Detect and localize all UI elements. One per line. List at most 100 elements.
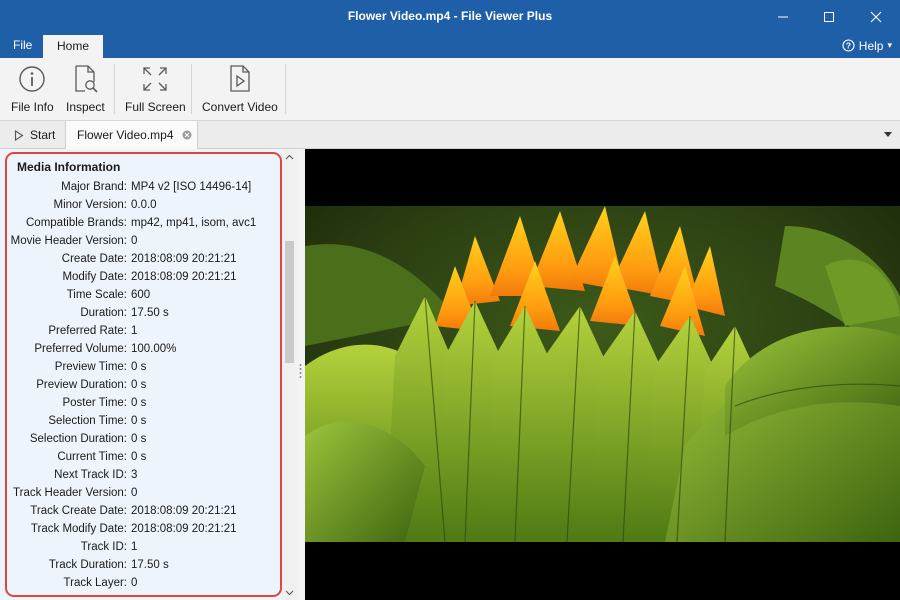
- media-info-value: 0: [131, 577, 138, 589]
- svg-text:?: ?: [846, 41, 851, 51]
- panel-splitter[interactable]: [297, 149, 305, 600]
- media-info-panel: Media Information Major Brand: MP4 v2 [IS…: [0, 149, 300, 600]
- media-info-row: Create Date: 2018:08:09 20:21:21: [0, 250, 282, 268]
- media-info-key: Modify Date:: [62, 271, 127, 283]
- tab-start-label: Start: [30, 128, 56, 142]
- grip-icon: [299, 364, 302, 378]
- vertical-scrollbar[interactable]: [282, 149, 297, 600]
- media-info-value: 0 s: [131, 379, 147, 391]
- inspect-icon: [75, 65, 98, 93]
- media-info-key: Preview Duration:: [36, 379, 127, 391]
- media-info-value: 600: [131, 289, 151, 301]
- media-info-value: MP4 v2 [ISO 14496-14]: [131, 181, 252, 193]
- tab-list-dropdown-icon[interactable]: [883, 130, 893, 138]
- ribbon-separator: [285, 64, 286, 114]
- video-viewer[interactable]: [305, 149, 900, 600]
- media-info-row: Preferred Volume: 100.00%: [0, 340, 282, 358]
- media-info-rows: Major Brand: MP4 v2 [ISO 14496-14] Minor V…: [0, 178, 282, 592]
- media-info-row: Track Create Date: 2018:08:09 20:21:21: [0, 502, 282, 520]
- play-icon: [14, 129, 24, 141]
- media-info-row: Movie Header Version: 0: [0, 232, 282, 250]
- media-info-content: Media Information Major Brand: MP4 v2 [IS…: [0, 149, 282, 600]
- media-info-key: Track Duration:: [48, 559, 127, 571]
- media-info-key: Major Brand:: [61, 181, 127, 193]
- scroll-down-button[interactable]: [282, 585, 297, 600]
- media-info-value: 2018:08:09 20:21:21: [131, 505, 237, 517]
- media-info-row: Current Time: 0 s: [0, 448, 282, 466]
- media-info-key: Preferred Volume:: [34, 343, 127, 355]
- media-info-key: Preview Time:: [54, 361, 127, 373]
- media-info-key: Track ID:: [80, 541, 127, 553]
- media-info-value: 2018:08:09 20:21:21: [131, 271, 237, 283]
- media-info-value: 17.50 s: [131, 307, 169, 319]
- media-info-value: 1: [131, 541, 138, 553]
- media-info-value: 1: [131, 325, 138, 337]
- media-info-row: Compatible Brands: mp42, mp41, isom, avc1: [0, 214, 282, 232]
- menu-file[interactable]: File: [3, 33, 42, 58]
- media-info-row: Track Duration: 17.50 s: [0, 556, 282, 574]
- help-menu[interactable]: ? Help ▾: [842, 33, 892, 58]
- media-info-row: Preview Time: 0 s: [0, 358, 282, 376]
- media-info-value: 0: [131, 487, 138, 499]
- media-info-key: Next Track ID:: [54, 469, 127, 481]
- maximize-icon: [824, 11, 834, 22]
- ribbon: File Info Inspect Full Screen Convert Vi…: [0, 58, 900, 121]
- info-icon: [19, 66, 46, 92]
- media-info-row: Time Scale: 600: [0, 286, 282, 304]
- close-icon: [870, 11, 882, 22]
- full-screen-button[interactable]: Full Screen: [125, 63, 186, 117]
- minimize-icon: [778, 16, 788, 17]
- menu-home-tab[interactable]: Home: [43, 35, 104, 58]
- media-info-key: Time Scale:: [66, 289, 127, 301]
- media-info-row: Track ID: 1: [0, 538, 282, 556]
- scroll-thumb[interactable]: [285, 241, 294, 363]
- menu-bar: File Home ? Help ▾: [0, 33, 900, 58]
- media-info-key: Preferred Rate:: [48, 325, 127, 337]
- tab-document[interactable]: Flower Video.mp4: [65, 121, 198, 149]
- media-info-key: Movie Header Version:: [10, 235, 127, 247]
- media-info-row: Selection Time: 0 s: [0, 412, 282, 430]
- ribbon-separator: [191, 64, 192, 114]
- media-info-title: Media Information: [17, 160, 121, 174]
- minimize-button[interactable]: [760, 0, 806, 33]
- video-frame: [305, 206, 900, 542]
- chevron-up-icon: [285, 154, 294, 159]
- media-info-value: mp42, mp41, isom, avc1: [131, 217, 257, 229]
- full-screen-label: Full Screen: [125, 100, 186, 114]
- media-info-key: Compatible Brands:: [26, 217, 127, 229]
- tab-start[interactable]: Start: [6, 121, 63, 149]
- media-info-value: 0 s: [131, 397, 147, 409]
- close-button[interactable]: [853, 0, 899, 33]
- media-info-row: Modify Date: 2018:08:09 20:21:21: [0, 268, 282, 286]
- media-info-key: Duration:: [80, 307, 127, 319]
- file-info-button[interactable]: File Info: [11, 63, 54, 117]
- inspect-button[interactable]: Inspect: [66, 63, 105, 117]
- media-info-value: 0 s: [131, 361, 147, 373]
- chevron-down-icon: ▾: [887, 40, 892, 50]
- media-info-row: Poster Time: 0 s: [0, 394, 282, 412]
- media-info-row: Track Modify Date: 2018:08:09 20:21:21: [0, 520, 282, 538]
- media-info-row: Duration: 17.50 s: [0, 304, 282, 322]
- media-info-key: Track Layer:: [63, 577, 127, 589]
- fullscreen-icon: [143, 67, 167, 91]
- help-icon: ?: [842, 39, 855, 52]
- media-info-row: Preferred Rate: 1: [0, 322, 282, 340]
- media-info-row: Preview Duration: 0 s: [0, 376, 282, 394]
- media-info-key: Selection Duration:: [29, 433, 127, 445]
- media-info-row: Track Header Version: 0: [0, 484, 282, 502]
- media-info-value: 0 s: [131, 415, 147, 427]
- convert-video-button[interactable]: Convert Video: [202, 63, 278, 117]
- media-info-value: 3: [131, 469, 138, 481]
- media-info-row: Selection Duration: 0 s: [0, 430, 282, 448]
- ribbon-separator: [114, 64, 115, 114]
- media-info-key: Selection Time:: [48, 415, 127, 427]
- media-info-value: 2018:08:09 20:21:21: [131, 253, 237, 265]
- maximize-button[interactable]: [806, 0, 852, 33]
- media-info-value: 0 s: [131, 433, 147, 445]
- tab-document-label: Flower Video.mp4: [77, 128, 174, 142]
- media-info-value: 0 s: [131, 451, 147, 463]
- media-info-value: 2018:08:09 20:21:21: [131, 523, 237, 535]
- media-info-key: Create Date:: [61, 253, 127, 265]
- scroll-up-button[interactable]: [282, 149, 297, 164]
- tab-close-icon[interactable]: [182, 130, 192, 140]
